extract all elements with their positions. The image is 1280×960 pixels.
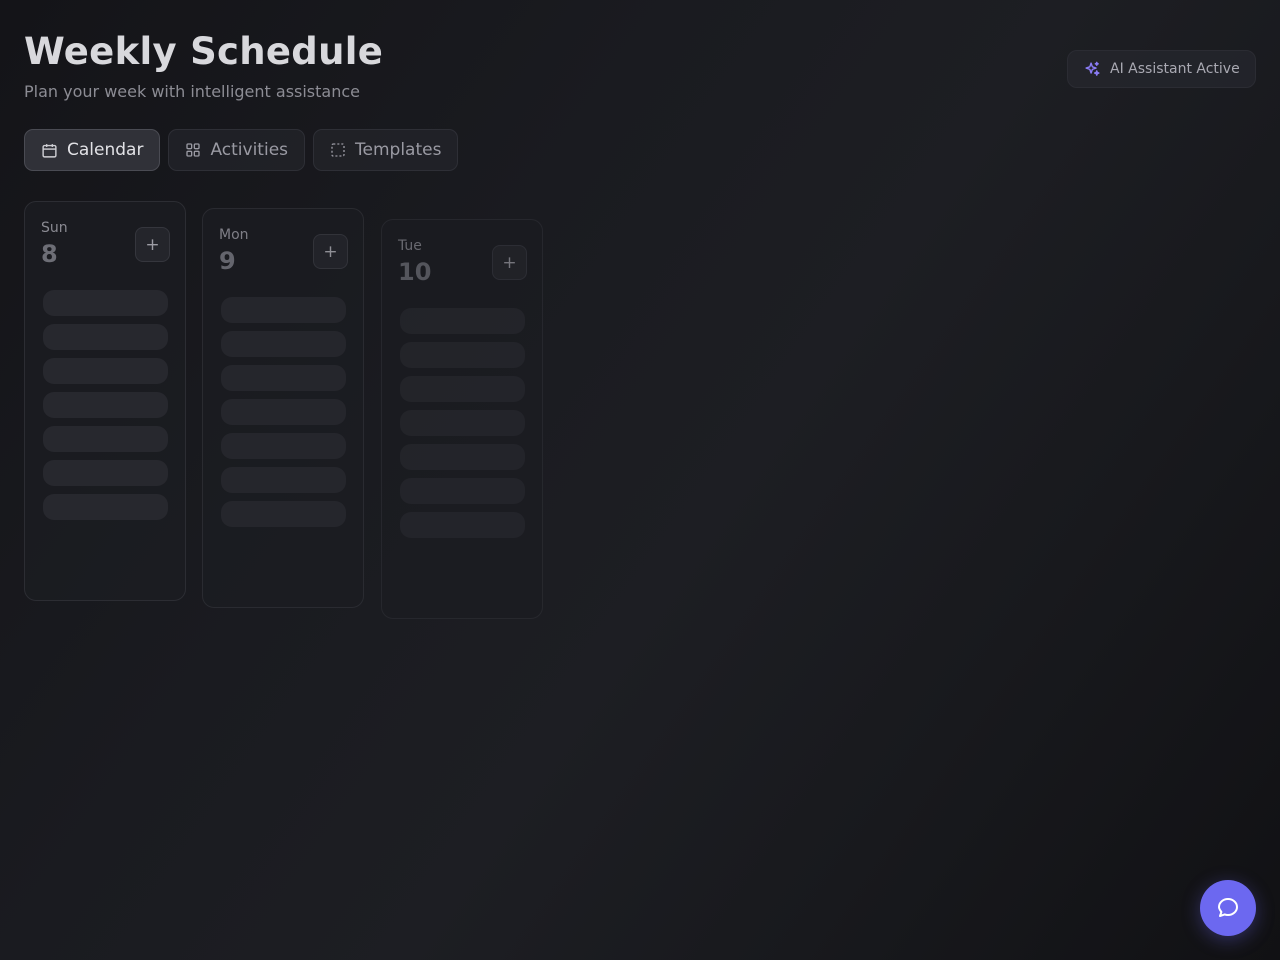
grid-icon (186, 143, 201, 157)
tab-templates-label: Templates (355, 140, 442, 160)
add-activity-button[interactable]: + (492, 245, 527, 280)
time-slot[interactable] (221, 433, 346, 459)
time-slot[interactable] (43, 494, 168, 520)
time-slot[interactable] (43, 426, 168, 452)
chat-button[interactable] (1200, 880, 1256, 936)
time-slot[interactable] (43, 392, 168, 418)
tab-activities-label: Activities (210, 140, 289, 160)
time-slot[interactable] (43, 290, 168, 316)
day-column-tue: Tue 10 + (381, 219, 543, 619)
time-slots (43, 290, 168, 528)
time-slot[interactable] (221, 297, 346, 323)
time-slot[interactable] (221, 399, 346, 425)
time-slots (221, 297, 346, 535)
time-slot[interactable] (400, 342, 525, 368)
time-slot[interactable] (400, 308, 525, 334)
time-slot[interactable] (221, 365, 346, 391)
day-number: 8 (41, 240, 58, 268)
dashed-square-icon (331, 143, 345, 157)
time-slot[interactable] (400, 376, 525, 402)
time-slot[interactable] (400, 444, 525, 470)
tab-templates[interactable]: Templates (313, 129, 459, 171)
calendar-icon (42, 143, 57, 158)
add-activity-button[interactable]: + (135, 227, 170, 262)
day-name: Sun (41, 220, 68, 236)
chat-bubble-icon (1218, 898, 1238, 917)
time-slot[interactable] (43, 460, 168, 486)
time-slot[interactable] (221, 501, 346, 527)
day-name: Mon (219, 227, 249, 243)
day-name: Tue (398, 238, 422, 254)
day-number: 9 (219, 247, 236, 275)
tab-calendar-label: Calendar (67, 140, 144, 160)
time-slot[interactable] (400, 478, 525, 504)
time-slot[interactable] (221, 467, 346, 493)
add-activity-button[interactable]: + (313, 234, 348, 269)
time-slot[interactable] (400, 410, 525, 436)
sparkles-icon (1085, 61, 1100, 76)
day-column-mon: Mon 9 + (202, 208, 364, 608)
page-header: Weekly Schedule Plan your week with inte… (24, 30, 383, 102)
time-slot[interactable] (400, 512, 525, 538)
ai-badge-label: AI Assistant Active (1110, 61, 1240, 77)
time-slot[interactable] (43, 358, 168, 384)
day-column-sun: Sun 8 + (24, 201, 186, 601)
time-slot[interactable] (43, 324, 168, 350)
tab-activities[interactable]: Activities (168, 129, 306, 171)
day-number: 10 (398, 258, 432, 286)
time-slot[interactable] (221, 331, 346, 357)
page-title: Weekly Schedule (24, 30, 384, 73)
time-slots (400, 308, 525, 546)
page-subtitle: Plan your week with intelligent assistan… (24, 82, 360, 101)
ai-assistant-badge[interactable]: AI Assistant Active (1067, 50, 1256, 88)
view-tabs: Calendar Activities Templates (24, 129, 459, 171)
tab-calendar[interactable]: Calendar (24, 129, 161, 171)
